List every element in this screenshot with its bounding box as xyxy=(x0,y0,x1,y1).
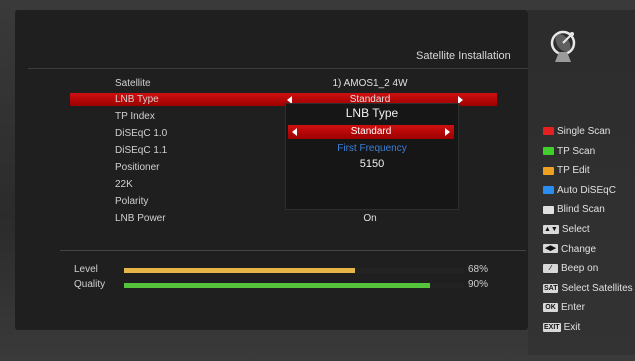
color-key-icon xyxy=(543,186,554,195)
setting-label-satellite: Satellite xyxy=(115,78,151,89)
color-key-icon xyxy=(543,205,554,214)
legend-label: Blind Scan xyxy=(557,204,605,216)
legend-label: Enter xyxy=(561,302,585,314)
legend-label: TP Scan xyxy=(557,145,596,157)
page-title: Satellite Installation xyxy=(416,50,511,62)
legend-label: Single Scan xyxy=(557,126,611,137)
setting-label-lnb-power: LNB Power xyxy=(115,213,166,224)
setting-label-diseqc10: DiSEqC 1.0 xyxy=(115,128,168,139)
popup-chevron-right-icon[interactable] xyxy=(445,128,450,136)
popup-field-label: First Frequency xyxy=(337,143,407,154)
setting-value-satellite[interactable]: 1) AMOS1_2 4W xyxy=(285,77,455,91)
legend-label: Auto DiSEqC xyxy=(557,184,616,196)
remote-key-icon: EXIT xyxy=(543,322,561,332)
legend-item-change[interactable]: ◀▶ Change xyxy=(543,243,596,257)
color-key-icon xyxy=(543,166,554,175)
legend-label: Beep on xyxy=(561,263,599,275)
level-percent: 68% xyxy=(468,264,489,275)
satellite-installation-screen: Satellite Installation Satellite 1) AMOS… xyxy=(0,0,635,361)
legend-item-select[interactable]: ▲▼ Select xyxy=(543,223,590,237)
popup-lnb-selector[interactable]: Standard xyxy=(288,125,454,139)
remote-key-icon: ▲▼ xyxy=(543,224,559,234)
legend-item-auto-diseqc[interactable]: Auto DiSEqC xyxy=(543,184,616,198)
setting-label-tp-index: TP Index xyxy=(115,111,155,122)
legend-item-single-scan[interactable]: Single Scan xyxy=(543,125,610,139)
remote-key-icon: ⁄ xyxy=(543,264,558,274)
level-label: Level xyxy=(74,264,98,275)
popup-selected-value: Standard xyxy=(350,126,392,137)
legend-item-blind-scan[interactable]: Blind Scan xyxy=(543,203,605,217)
setting-label-lnb-type: LNB Type xyxy=(115,94,159,105)
meters-divider xyxy=(60,250,526,251)
legend-label: Exit xyxy=(563,322,581,333)
remote-key-icon: ◀▶ xyxy=(543,244,558,254)
legend-item-enter[interactable]: OK Enter xyxy=(543,301,585,315)
legend-item-beep-on[interactable]: ⁄ Beep on xyxy=(543,262,598,276)
remote-key-icon: SAT xyxy=(543,283,559,293)
popup-title: LNB Type xyxy=(345,106,399,120)
setting-label-diseqc11: DiSEqC 1.1 xyxy=(115,145,168,156)
lnb-type-popup: LNB Type Standard First Frequency 5150 xyxy=(285,103,459,210)
quality-label: Quality xyxy=(74,279,106,290)
quality-bar xyxy=(124,283,464,288)
color-key-icon xyxy=(543,127,554,136)
level-bar-fill xyxy=(124,268,356,273)
remote-key-icon: OK xyxy=(543,303,558,313)
legend-label: Select xyxy=(561,224,590,235)
setting-label-polarity: Polarity xyxy=(115,196,149,207)
quality-percent: 90% xyxy=(468,279,489,290)
header-divider xyxy=(28,68,528,69)
legend-item-select-satellites[interactable]: SAT Select Satellites xyxy=(543,282,633,296)
satellite-dish-icon xyxy=(550,30,576,62)
legend-item-tp-scan[interactable]: TP Scan xyxy=(543,145,595,159)
setting-label-22k: 22K xyxy=(115,179,133,190)
legend-label: Change xyxy=(561,243,597,255)
popup-field-value[interactable]: 5150 xyxy=(286,158,458,170)
color-key-icon xyxy=(543,146,554,155)
legend-label: Select Satellites xyxy=(561,282,633,294)
setting-value-lnb-power[interactable]: On xyxy=(285,212,455,226)
legend-item-tp-edit[interactable]: TP Edit xyxy=(543,164,590,178)
legend-label: TP Edit xyxy=(557,165,590,177)
quality-bar-fill xyxy=(124,283,430,288)
setting-label-positioner: Positioner xyxy=(115,162,160,173)
level-bar xyxy=(124,268,464,273)
legend-item-exit[interactable]: EXIT Exit xyxy=(543,321,580,335)
